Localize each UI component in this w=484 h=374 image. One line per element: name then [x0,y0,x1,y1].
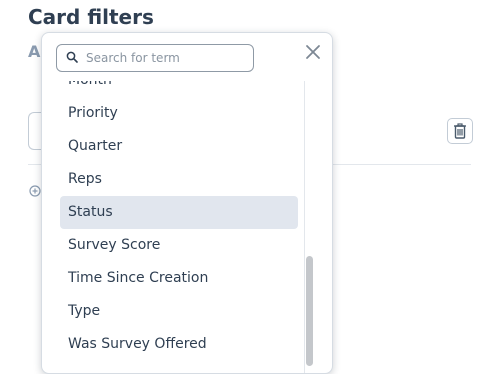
add-circle-icon[interactable] [29,182,41,197]
list-item[interactable]: Time Since Creation [60,262,298,295]
options-list-viewport: Month Priority Quarter Reps Status Surve… [42,81,332,373]
term-dropdown: Month Priority Quarter Reps Status Surve… [41,32,333,374]
list-item-selected[interactable]: Status [60,196,298,229]
list-item[interactable]: Reps [60,163,298,196]
section-label: A [28,42,41,61]
list-item[interactable]: Was Survey Offered [60,328,298,361]
close-button[interactable] [302,41,324,63]
list-item[interactable]: Survey Score [60,229,298,262]
scrollbar-thumb[interactable] [306,256,313,366]
close-icon [306,45,320,59]
options-list: Month Priority Quarter Reps Status Surve… [60,81,298,361]
list-item[interactable]: Month [60,81,298,97]
trash-icon [454,123,466,139]
search-field[interactable] [56,44,254,72]
delete-button[interactable] [447,118,473,144]
list-item[interactable]: Type [60,295,298,328]
search-input[interactable] [86,47,246,69]
list-item[interactable]: Quarter [60,130,298,163]
page-title: Card filters [28,5,154,29]
list-item[interactable]: Priority [60,97,298,130]
search-icon [66,51,78,63]
